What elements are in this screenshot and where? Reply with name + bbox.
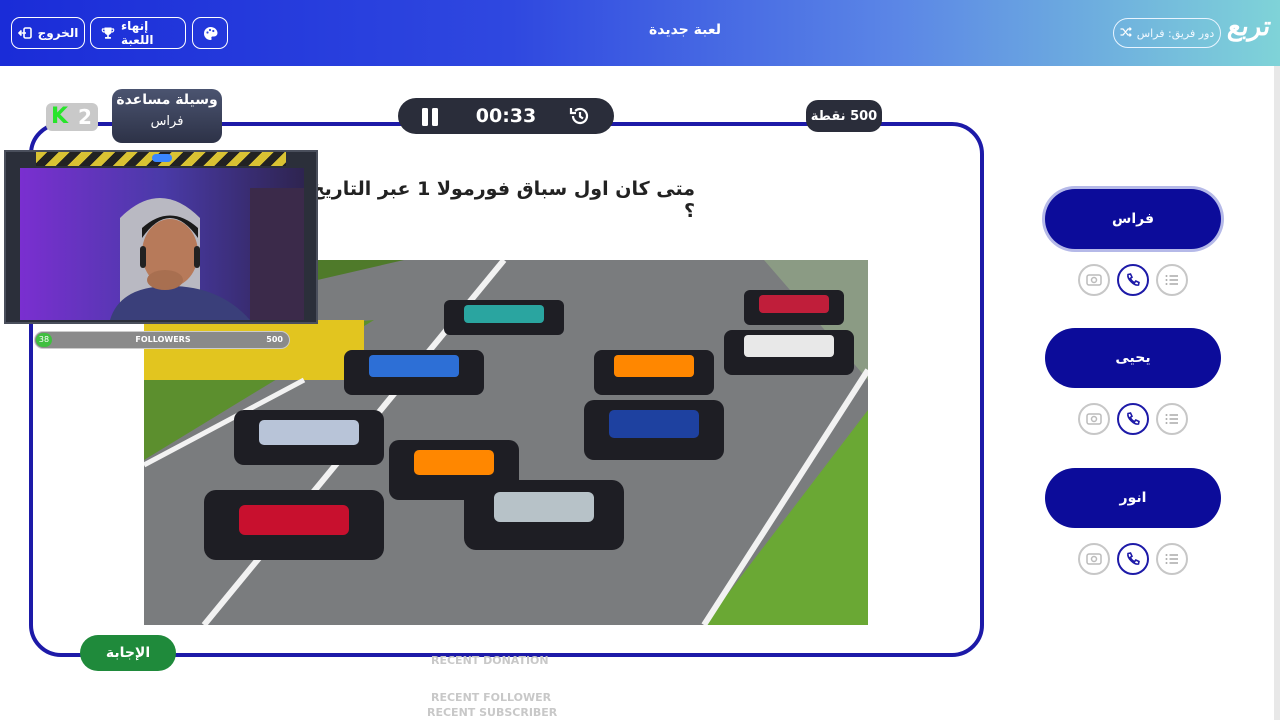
helper-title: وسيلة مساعدة: [116, 92, 218, 108]
palette-icon: [203, 26, 218, 41]
player-tools-anwar: [1078, 543, 1188, 575]
trophy-icon: [101, 26, 115, 40]
double-points-icon[interactable]: [1078, 543, 1110, 575]
brand-logo: تربع: [1225, 12, 1273, 42]
player-button-firas[interactable]: فراس: [1045, 189, 1221, 249]
logout-icon: [17, 27, 32, 39]
double-points-icon[interactable]: [1078, 264, 1110, 296]
player-tools-firas: [1078, 264, 1188, 296]
k-count: 2: [78, 105, 92, 129]
recent-donation-label: RECENT DONATION: [431, 654, 549, 667]
game-title: لعبة جديدة: [648, 22, 722, 38]
list-icon[interactable]: [1156, 264, 1188, 296]
history-icon[interactable]: [569, 105, 591, 131]
k-counter: K 2: [46, 103, 98, 131]
player-tools-yahya: [1078, 403, 1188, 435]
player-button-anwar[interactable]: انور: [1045, 468, 1221, 528]
recent-subscriber-label: RECENT SUBSCRIBER: [427, 706, 558, 719]
palette-button[interactable]: [192, 17, 228, 49]
end-game-label: إنهاء اللعبة: [121, 19, 154, 47]
top-bar: الخروج إنهاء اللعبة لعبة جديدة دور فريق:…: [0, 0, 1280, 66]
team-turn-label: دور فريق: فراس: [1136, 26, 1215, 40]
helper-player: فراس: [150, 114, 184, 129]
phone-icon[interactable]: [1117, 543, 1149, 575]
shuffle-icon: [1120, 26, 1132, 40]
helper-badge: وسيلة مساعدة فراس: [112, 89, 222, 143]
scrollbar[interactable]: [1274, 66, 1280, 720]
kick-logo-icon: K: [51, 104, 69, 129]
followers-label: FOLLOWERS: [135, 335, 191, 344]
phone-icon[interactable]: [1117, 264, 1149, 296]
question-text: متى كان اول سباق فورمولا 1 عبر التاريخ ؟: [310, 178, 695, 222]
followers-goal-bar: 38 FOLLOWERS 500: [34, 331, 290, 349]
followers-goal: 500: [266, 335, 283, 344]
end-game-button[interactable]: إنهاء اللعبة: [90, 17, 186, 49]
live-indicator: [152, 154, 172, 162]
points-badge: 500 نقطة: [806, 100, 882, 132]
webcam-feed: [20, 168, 304, 320]
phone-icon[interactable]: [1117, 403, 1149, 435]
player-button-yahya[interactable]: يحيى: [1045, 328, 1221, 388]
exit-button[interactable]: الخروج: [11, 17, 85, 49]
list-icon[interactable]: [1156, 543, 1188, 575]
recent-follower-label: RECENT FOLLOWER: [431, 691, 552, 704]
webcam-overlay: [4, 150, 318, 324]
answer-button[interactable]: الإجابة: [80, 635, 176, 671]
timer: 00:33: [398, 98, 614, 134]
exit-label: الخروج: [37, 26, 79, 40]
double-points-icon[interactable]: [1078, 403, 1110, 435]
list-icon[interactable]: [1156, 403, 1188, 435]
team-turn-indicator[interactable]: دور فريق: فراس: [1113, 18, 1221, 48]
